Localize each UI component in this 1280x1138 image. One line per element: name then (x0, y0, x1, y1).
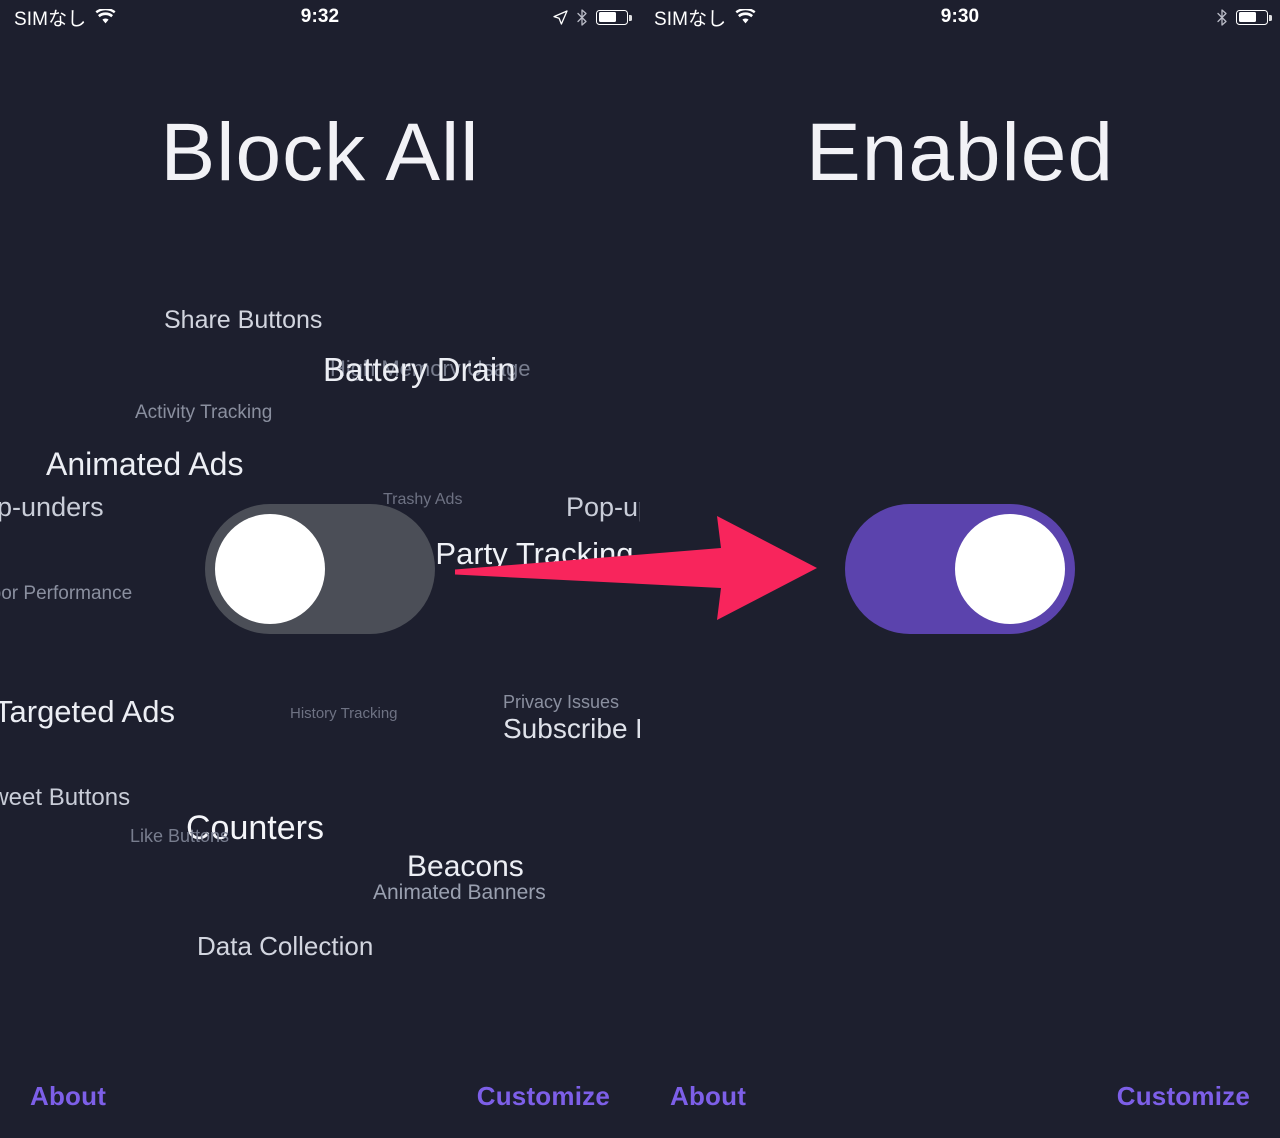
battery-icon (1236, 9, 1272, 25)
word-cloud-item: High Memory Usage (330, 356, 531, 381)
word-cloud-item: Share Buttons (164, 306, 323, 334)
about-button[interactable]: About (670, 1081, 746, 1112)
bluetooth-icon (1216, 8, 1228, 26)
word-cloud-item: Tweet Buttons (0, 784, 131, 811)
word-cloud-item: History Tracking (290, 705, 398, 722)
toggle-knob (215, 514, 325, 624)
word-cloud-item: Animated Banners (373, 881, 546, 904)
left-pane-block-all: SIMなし 9:32 Block All Share Buttons High M… (0, 0, 640, 1138)
clock-label: 9:32 (300, 6, 340, 27)
word-cloud-item: Targeted Ads (0, 694, 175, 729)
right-pane-enabled: SIMなし 9:30 Enabled About Customize (640, 0, 1280, 1138)
word-cloud-item: Battery Drain (323, 351, 516, 388)
status-bar-right-group (1216, 8, 1272, 26)
word-cloud-item: Animated Ads (46, 446, 244, 482)
clock-label: 9:30 (940, 6, 980, 27)
battery-icon (596, 9, 632, 25)
block-all-toggle[interactable] (205, 504, 435, 634)
enabled-toggle[interactable] (845, 504, 1075, 634)
word-cloud-item: Beacons (407, 850, 524, 883)
word-cloud-item: Privacy Issues (503, 692, 620, 712)
screenshot-root: SIMなし 9:32 Block All Share Buttons High M… (0, 0, 1280, 1138)
customize-button[interactable]: Customize (477, 1081, 610, 1112)
status-bar-right-group (553, 8, 632, 26)
bottom-toolbar-right: About Customize (640, 1054, 1280, 1138)
word-cloud-item: Poor Performance (0, 583, 133, 604)
bluetooth-icon (576, 8, 588, 26)
customize-button[interactable]: Customize (1117, 1081, 1250, 1112)
page-title-enabled: Enabled (806, 107, 1114, 198)
status-bar-right: SIMなし 9:30 (640, 0, 1280, 34)
status-bar-left: SIMなし 9:32 (0, 0, 640, 34)
word-cloud-item: Trashy Ads (383, 491, 463, 508)
bottom-toolbar-left: About Customize (0, 1054, 640, 1138)
word-cloud-item: Activity Tracking (135, 402, 273, 423)
location-arrow-icon (553, 9, 568, 25)
word-cloud-item: Data Collection (197, 931, 374, 961)
word-cloud-item: Pop-unders (0, 492, 104, 522)
word-cloud-item: Counters (186, 809, 324, 847)
word-cloud-item: Like Buttons (130, 826, 230, 846)
page-title-block-all: Block All (160, 107, 480, 198)
toggle-knob (955, 514, 1065, 624)
word-cloud-item: Subscribe Popups (503, 713, 640, 744)
about-button[interactable]: About (30, 1081, 106, 1112)
word-cloud-item: Pop-ups (566, 492, 640, 522)
